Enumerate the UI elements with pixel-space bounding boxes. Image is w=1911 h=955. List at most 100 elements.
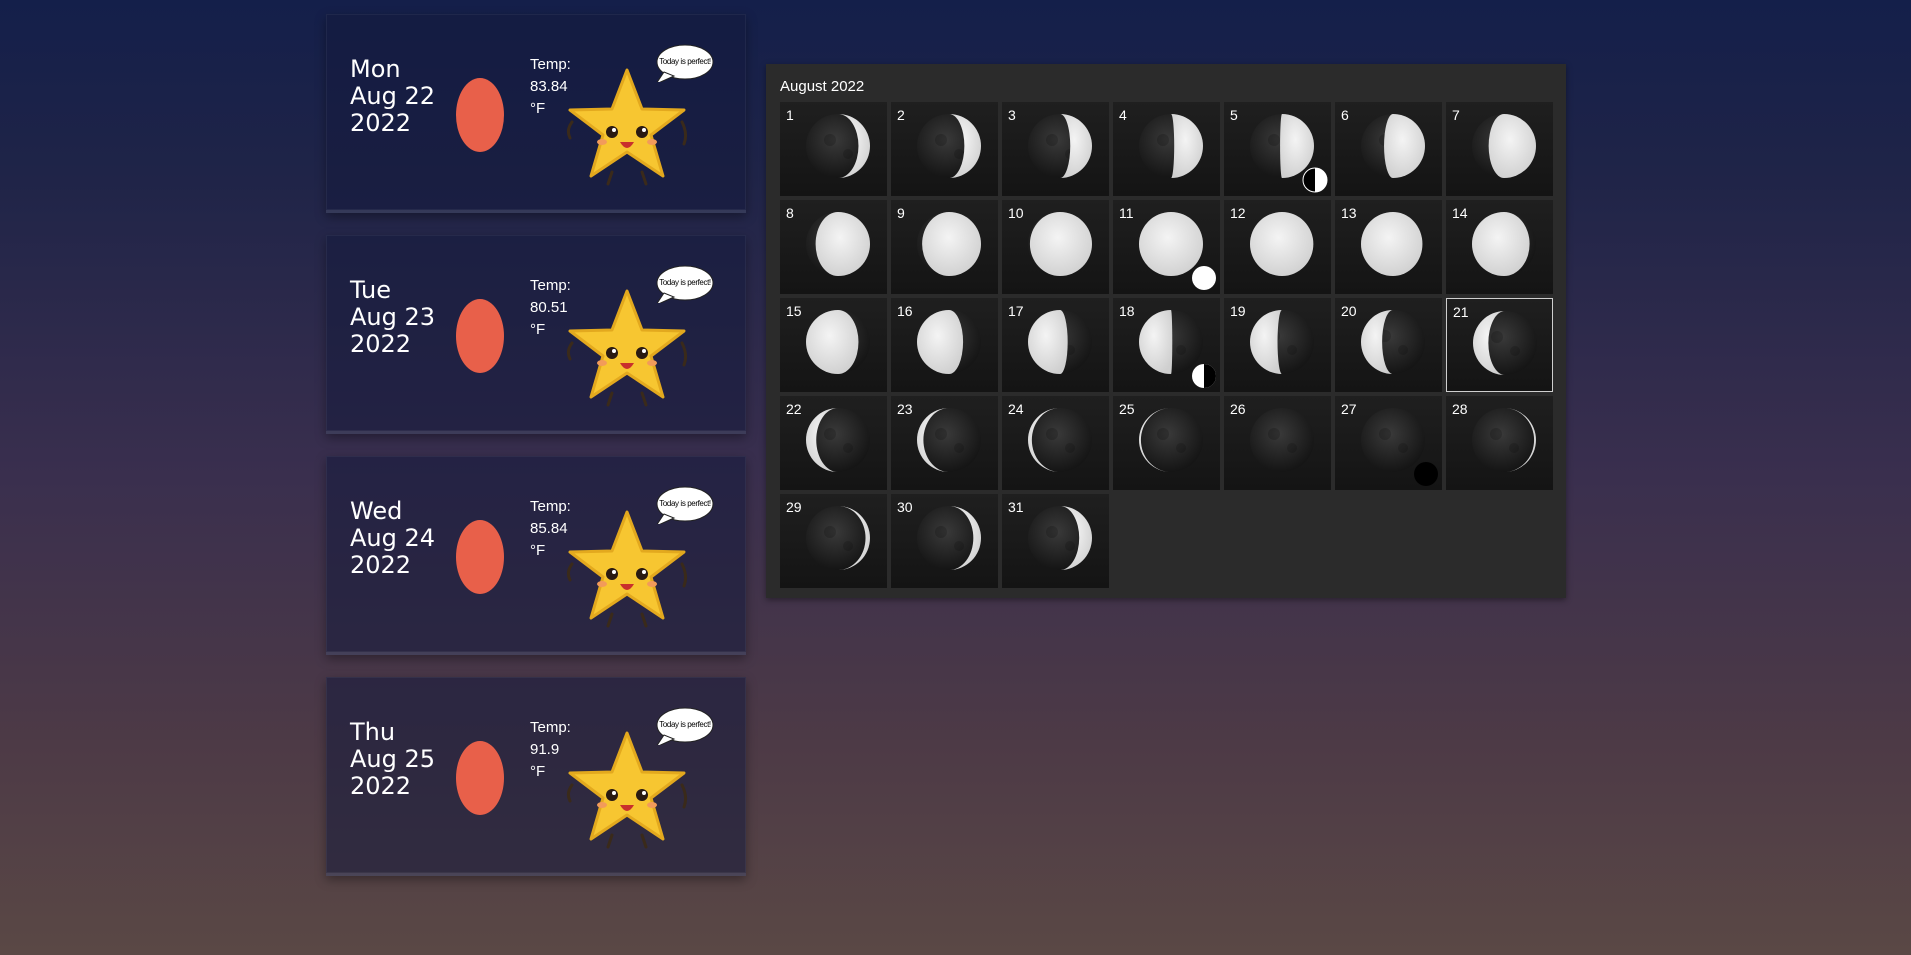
calendar-day-cell[interactable]: 15 [780, 298, 887, 392]
calendar-day-cell[interactable]: 29 [780, 494, 887, 588]
calendar-day-cell[interactable]: 21 [1446, 298, 1553, 392]
calendar-day-cell[interactable]: 7 [1446, 102, 1553, 196]
day-card: Mon Aug 22 2022 Temp: 83.84 °F Today is … [326, 14, 746, 213]
day-month-date: Aug 22 [350, 82, 436, 110]
moon-phase-icon [806, 212, 870, 276]
day-number: 16 [897, 303, 913, 319]
calendar-day-cell[interactable]: 28 [1446, 396, 1553, 490]
day-name: Tue [350, 276, 391, 304]
calendar-day-cell[interactable]: 30 [891, 494, 998, 588]
day-date: Wed Aug 24 2022 [350, 498, 435, 579]
calendar-day-cell[interactable]: 10 [1002, 200, 1109, 294]
day-date: Thu Aug 25 2022 [350, 719, 435, 800]
moon-phase-icon [1361, 114, 1425, 178]
calendar-day-cell[interactable]: 16 [891, 298, 998, 392]
day-number: 6 [1341, 107, 1349, 123]
moon-phase-icon [1139, 408, 1203, 472]
day-number: 7 [1452, 107, 1460, 123]
moon-phase-icon [1139, 114, 1203, 178]
star-mascot-icon [566, 68, 688, 186]
calendar-day-cell[interactable]: 2 [891, 102, 998, 196]
calendar-day-cell[interactable]: 18 [1113, 298, 1220, 392]
day-number: 2 [897, 107, 905, 123]
calendar-day-cell[interactable]: 5 [1224, 102, 1331, 196]
speech-text: Today is perfect! [659, 499, 711, 508]
moon-phase-icon [1028, 114, 1092, 178]
calendar-day-cell[interactable]: 24 [1002, 396, 1109, 490]
day-name: Thu [350, 718, 396, 746]
moon-phase-icon [806, 310, 870, 374]
moon-phase-icon [1028, 506, 1092, 570]
speech-text: Today is perfect! [659, 720, 711, 729]
moon-phase-icon [1472, 212, 1536, 276]
day-number: 27 [1341, 401, 1357, 417]
day-name: Wed [350, 497, 403, 525]
day-year: 2022 [350, 772, 412, 800]
day-month-date: Aug 24 [350, 524, 436, 552]
moon-phase-icon [1250, 310, 1314, 374]
day-month-date: Aug 23 [350, 303, 436, 331]
day-name: Mon [350, 55, 401, 83]
weather-sun-icon [456, 741, 504, 815]
calendar-day-cell[interactable]: 27 [1335, 396, 1442, 490]
moon-calendar: August 2022 1 2 3 4 5 6 7 8 9 10 11 12 1… [766, 64, 1566, 598]
day-number: 17 [1008, 303, 1024, 319]
calendar-day-cell[interactable]: 31 [1002, 494, 1109, 588]
star-mascot-icon [566, 731, 688, 849]
day-number: 15 [786, 303, 802, 319]
calendar-title: August 2022 [780, 78, 865, 95]
calendar-grid: 1 2 3 4 5 6 7 8 9 10 11 12 13 14 15 16 1… [780, 102, 1553, 588]
calendar-day-cell[interactable]: 25 [1113, 396, 1220, 490]
moon-phase-icon [1472, 114, 1536, 178]
calendar-day-cell[interactable]: 4 [1113, 102, 1220, 196]
day-year: 2022 [350, 330, 412, 358]
calendar-day-cell[interactable]: 8 [780, 200, 887, 294]
day-card: Thu Aug 25 2022 Temp: 91.9 °F Today is p… [326, 677, 746, 876]
calendar-day-cell[interactable]: 3 [1002, 102, 1109, 196]
moon-phase-icon [1472, 408, 1536, 472]
star-mascot-icon [566, 510, 688, 628]
day-number: 25 [1119, 401, 1135, 417]
day-card: Tue Aug 23 2022 Temp: 80.51 °F Today is … [326, 235, 746, 434]
new-marker-icon [1414, 462, 1438, 486]
day-year: 2022 [350, 551, 412, 579]
moon-phase-icon [806, 408, 870, 472]
calendar-day-cell[interactable]: 19 [1224, 298, 1331, 392]
day-number: 20 [1341, 303, 1357, 319]
calendar-day-cell[interactable]: 17 [1002, 298, 1109, 392]
moon-phase-icon [806, 114, 870, 178]
day-number: 23 [897, 401, 913, 417]
calendar-day-cell[interactable]: 13 [1335, 200, 1442, 294]
calendar-day-cell[interactable]: 22 [780, 396, 887, 490]
weather-sun-icon [456, 520, 504, 594]
calendar-day-cell[interactable]: 26 [1224, 396, 1331, 490]
calendar-day-cell[interactable]: 20 [1335, 298, 1442, 392]
day-number: 19 [1230, 303, 1246, 319]
day-number: 5 [1230, 107, 1238, 123]
day-number: 4 [1119, 107, 1127, 123]
calendar-day-cell[interactable]: 12 [1224, 200, 1331, 294]
calendar-day-cell[interactable]: 14 [1446, 200, 1553, 294]
weather-sun-icon [456, 299, 504, 373]
speech-bubble: Today is perfect! [654, 265, 714, 303]
speech-bubble: Today is perfect! [654, 44, 714, 82]
calendar-day-cell[interactable]: 11 [1113, 200, 1220, 294]
moon-phase-icon [1250, 408, 1314, 472]
day-number: 29 [786, 499, 802, 515]
first-quarter-marker-icon [1302, 167, 1328, 193]
calendar-day-cell[interactable]: 9 [891, 200, 998, 294]
calendar-day-cell[interactable]: 6 [1335, 102, 1442, 196]
day-number: 24 [1008, 401, 1024, 417]
moon-phase-icon [1028, 408, 1092, 472]
day-card: Wed Aug 24 2022 Temp: 85.84 °F Today is … [326, 456, 746, 655]
day-month-date: Aug 25 [350, 745, 436, 773]
speech-bubble: Today is perfect! [654, 486, 714, 524]
star-mascot-icon [566, 289, 688, 407]
calendar-day-cell[interactable]: 23 [891, 396, 998, 490]
moon-phase-icon [1361, 310, 1425, 374]
moon-phase-icon [1028, 310, 1092, 374]
moon-phase-icon [1473, 311, 1537, 375]
weather-sun-icon [456, 78, 504, 152]
calendar-day-cell[interactable]: 1 [780, 102, 887, 196]
day-number: 14 [1452, 205, 1468, 221]
